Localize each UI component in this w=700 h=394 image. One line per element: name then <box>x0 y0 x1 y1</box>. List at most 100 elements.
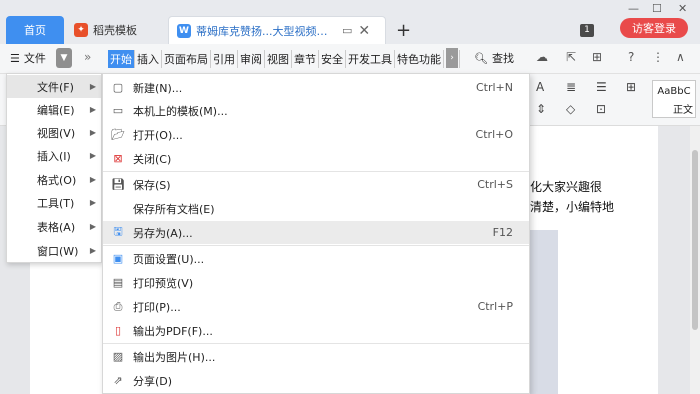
menu-item-print-preview[interactable]: ▤ 打印预览(V) <box>103 271 529 294</box>
ribbon-tab[interactable]: 插入 <box>135 50 162 68</box>
main-menu-item-view[interactable]: 视图(V) ▶ <box>7 121 101 144</box>
file-submenu: ▢ 新建(N)... Ctrl+N ▭ 本机上的模板(M)... 📂︎ 打开(O… <box>102 73 530 394</box>
menu-item-local-templates[interactable]: ▭ 本机上的模板(M)... <box>103 99 529 122</box>
collapse-icon[interactable]: ∧ <box>676 50 685 64</box>
writer-doc-icon: W <box>177 23 191 38</box>
chevron-right-icon: ▶ <box>89 222 96 231</box>
document-text-line: 化大家兴趣很 <box>530 180 603 194</box>
shortcut: Ctrl+P <box>477 300 513 313</box>
menu-item-label: 关闭(C) <box>133 152 172 166</box>
style-sample: AaBbC <box>657 86 691 97</box>
tab-template[interactable]: ✦ 稻壳模板 <box>66 16 166 44</box>
chevron-right-icon: ▶ <box>89 175 96 184</box>
cloud-icon[interactable]: ☁ <box>536 50 548 64</box>
font-style-icon[interactable]: A <box>536 80 544 94</box>
border-icon[interactable]: ⊡ <box>596 102 606 116</box>
menu-item-label: 窗口(W) <box>37 244 79 258</box>
visitor-login-button[interactable]: 访客登录 <box>620 18 688 38</box>
menu-item-label: 输出为PDF(F)... <box>133 324 213 338</box>
document-text-line: 清楚，小编特地 <box>530 200 615 214</box>
menu-item-close[interactable]: ⊠ 关闭(C) <box>103 147 529 170</box>
chevron-right-icon: ▶ <box>89 198 96 207</box>
new-tab-button[interactable]: + <box>396 20 411 41</box>
menu-item-page-setup[interactable]: ▣ 页面设置(U)... <box>103 247 529 270</box>
docer-logo-icon: ✦ <box>74 23 88 37</box>
main-menu-item-file[interactable]: 文件(F) ▶ <box>7 75 101 98</box>
maximize-icon[interactable]: ☐ <box>652 2 662 15</box>
double-chevron-icon[interactable]: » <box>84 50 91 64</box>
ribbon-tab[interactable]: 开发工具 <box>346 50 395 68</box>
menu-item-label: 保存所有文档(E) <box>133 202 215 216</box>
folder-open-icon: 📂︎ <box>111 128 125 141</box>
ribbon-tab[interactable]: 安全 <box>319 50 346 68</box>
template-icon: ▭ <box>112 104 124 117</box>
ribbon-tab[interactable]: 开始 <box>108 50 135 68</box>
menu-item-print[interactable]: ⎙ 打印(P)... Ctrl+P <box>103 295 529 318</box>
chevron-right-icon: ▶ <box>89 105 96 114</box>
help-icon[interactable]: ? <box>628 50 634 64</box>
list-icon[interactable]: ≣ <box>566 80 576 94</box>
file-menu-label: 文件 <box>23 52 46 65</box>
menu-item-open[interactable]: 📂︎ 打开(O)... Ctrl+O <box>103 123 529 146</box>
tab-home[interactable]: 首页 <box>6 16 64 44</box>
minimize-icon[interactable]: — <box>628 2 639 15</box>
window-count-badge[interactable]: 1 <box>580 24 594 37</box>
style-gallery-normal[interactable]: AaBbC 正文 <box>652 80 696 118</box>
ribbon-tab[interactable]: 页面布局 <box>162 50 211 68</box>
menu-item-label: 文件(F) <box>37 80 74 94</box>
ribbon-tab[interactable]: 章节 <box>292 50 319 68</box>
ribbon-more-icon[interactable]: › <box>446 48 458 68</box>
tab-template-label: 稻壳模板 <box>93 24 137 37</box>
line-spacing-icon[interactable]: ⇕ <box>536 102 546 116</box>
main-menu-item-insert[interactable]: 插入(I) ▶ <box>7 144 101 167</box>
close-icon[interactable]: ✕ <box>358 23 370 39</box>
menu-item-label: 工具(T) <box>37 196 75 210</box>
file-menu-button[interactable]: ☰ 文件 <box>10 50 46 66</box>
menu-divider <box>103 245 529 246</box>
align-icon[interactable]: ☰ <box>596 80 607 94</box>
menu-item-label: 打开(O)... <box>133 128 183 142</box>
main-menu-item-window[interactable]: 窗口(W) ▶ <box>7 239 101 262</box>
menu-item-label: 分享(D) <box>133 374 173 388</box>
print-icon: ⎙ <box>113 299 123 313</box>
window-close-icon[interactable]: ✕ <box>678 2 687 15</box>
scrollbar-thumb[interactable] <box>692 150 698 330</box>
find-button[interactable]: 🔍︎ 查找 <box>474 50 514 66</box>
menu-item-save-as[interactable]: 🖫︎ 另存为(A)... F12 <box>103 221 529 244</box>
ribbon-tabs: 开始插入页面布局引用审阅视图章节安全开发工具特色功能文 <box>108 50 460 68</box>
chevron-down-icon[interactable]: ▼ <box>56 48 72 68</box>
main-menu-item-format[interactable]: 格式(O) ▶ <box>7 168 101 191</box>
new-doc-icon: ▢ <box>112 81 124 94</box>
main-menu: 文件(F) ▶ 编辑(E) ▶ 视图(V) ▶ 插入(I) ▶ 格式(O) ▶ 工具(T)… <box>6 73 102 263</box>
more-icon[interactable]: ⋮ <box>652 50 664 64</box>
menu-item-share[interactable]: ⇗ 分享(D) <box>103 369 529 392</box>
export-icon[interactable]: ⇱ <box>566 50 576 64</box>
fill-color-icon[interactable]: ◇ <box>566 102 575 116</box>
menu-item-save-all[interactable]: 保存所有文档(E) <box>103 197 529 220</box>
menu-item-label: 插入(I) <box>37 149 71 163</box>
share-icon: ⇗ <box>113 374 123 387</box>
print-preview-icon: ▤ <box>112 276 124 289</box>
main-menu-item-table[interactable]: 表格(A) ▶ <box>7 215 101 238</box>
ribbon-tab[interactable]: 引用 <box>211 50 238 68</box>
screen-icon[interactable]: ▭ <box>342 24 352 37</box>
menu-item-save[interactable]: 💾︎ 保存(S) Ctrl+S <box>103 173 529 196</box>
menu-item-new[interactable]: ▢ 新建(N)... Ctrl+N <box>103 76 529 99</box>
menu-divider <box>103 171 529 172</box>
ribbon-tab[interactable]: 审阅 <box>238 50 265 68</box>
ribbon-tab[interactable]: 特色功能 <box>395 50 444 68</box>
menu-item-export-pdf[interactable]: ▯ 输出为PDF(F)... <box>103 319 529 342</box>
main-menu-item-tools[interactable]: 工具(T) ▶ <box>7 191 101 214</box>
menu-item-label: 另存为(A)... <box>133 226 193 240</box>
tools-icon[interactable]: ⊞ <box>592 50 602 64</box>
menu-item-label: 打印预览(V) <box>133 276 194 290</box>
ribbon-tab[interactable]: 视图 <box>265 50 292 68</box>
menu-divider <box>103 343 529 344</box>
tab-document[interactable]: W 蒂姆库克赞扬...大型视频壁画 ▭ ✕ <box>168 16 386 44</box>
menu-item-label: 打印(P)... <box>133 300 181 314</box>
menu-item-export-image[interactable]: ▨ 输出为图片(H)... <box>103 345 529 368</box>
table-icon[interactable]: ⊞ <box>626 80 636 94</box>
main-menu-item-edit[interactable]: 编辑(E) ▶ <box>7 98 101 121</box>
menu-item-label: 新建(N)... <box>133 81 183 95</box>
chevron-right-icon: ▶ <box>89 82 96 91</box>
